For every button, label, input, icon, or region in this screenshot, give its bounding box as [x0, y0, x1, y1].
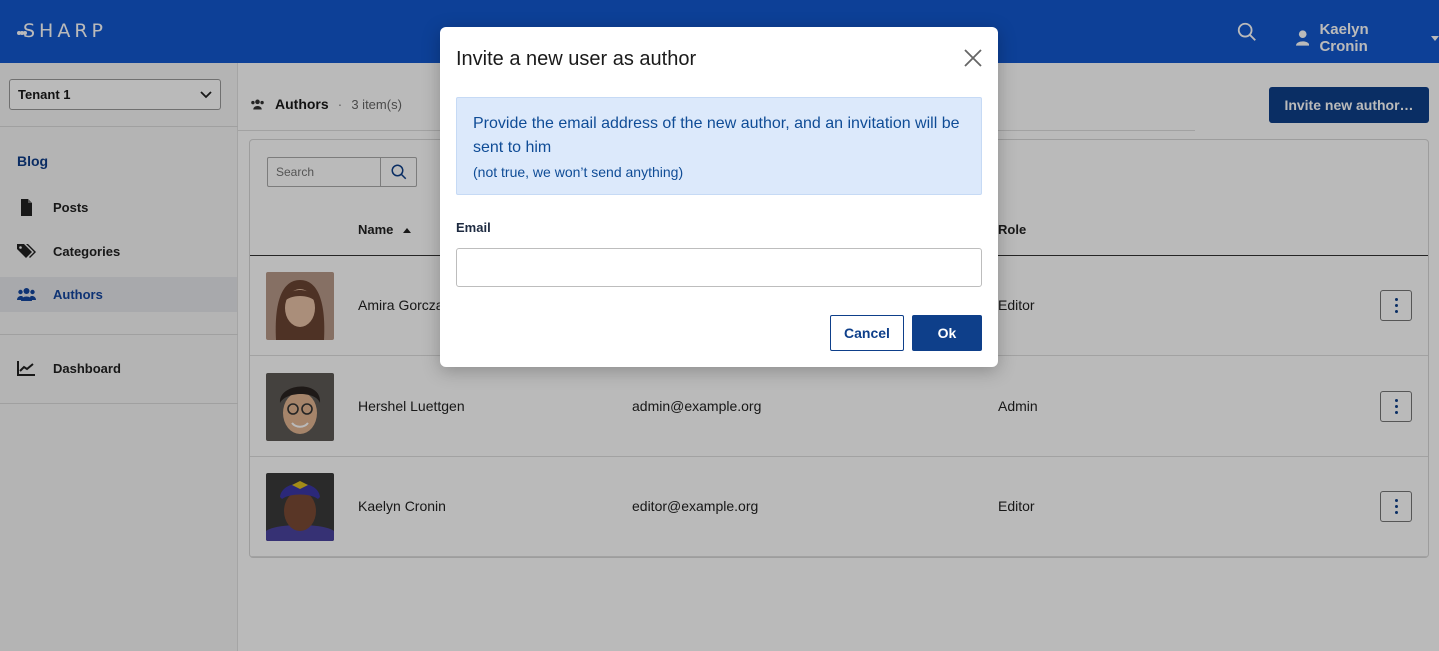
close-icon[interactable] — [963, 48, 983, 68]
alert-message: Provide the email address of the new aut… — [473, 115, 960, 156]
invite-author-modal: Invite a new user as author Provide the … — [440, 27, 998, 367]
modal-title: Invite a new user as author — [456, 48, 697, 70]
ok-button[interactable]: Ok — [912, 315, 982, 351]
info-alert: Provide the email address of the new aut… — [456, 97, 982, 195]
cancel-button[interactable]: Cancel — [830, 315, 904, 351]
email-label: Email — [456, 220, 491, 235]
email-field[interactable] — [456, 248, 982, 287]
alert-subtext: (not true, we won’t send anything) — [473, 164, 684, 180]
